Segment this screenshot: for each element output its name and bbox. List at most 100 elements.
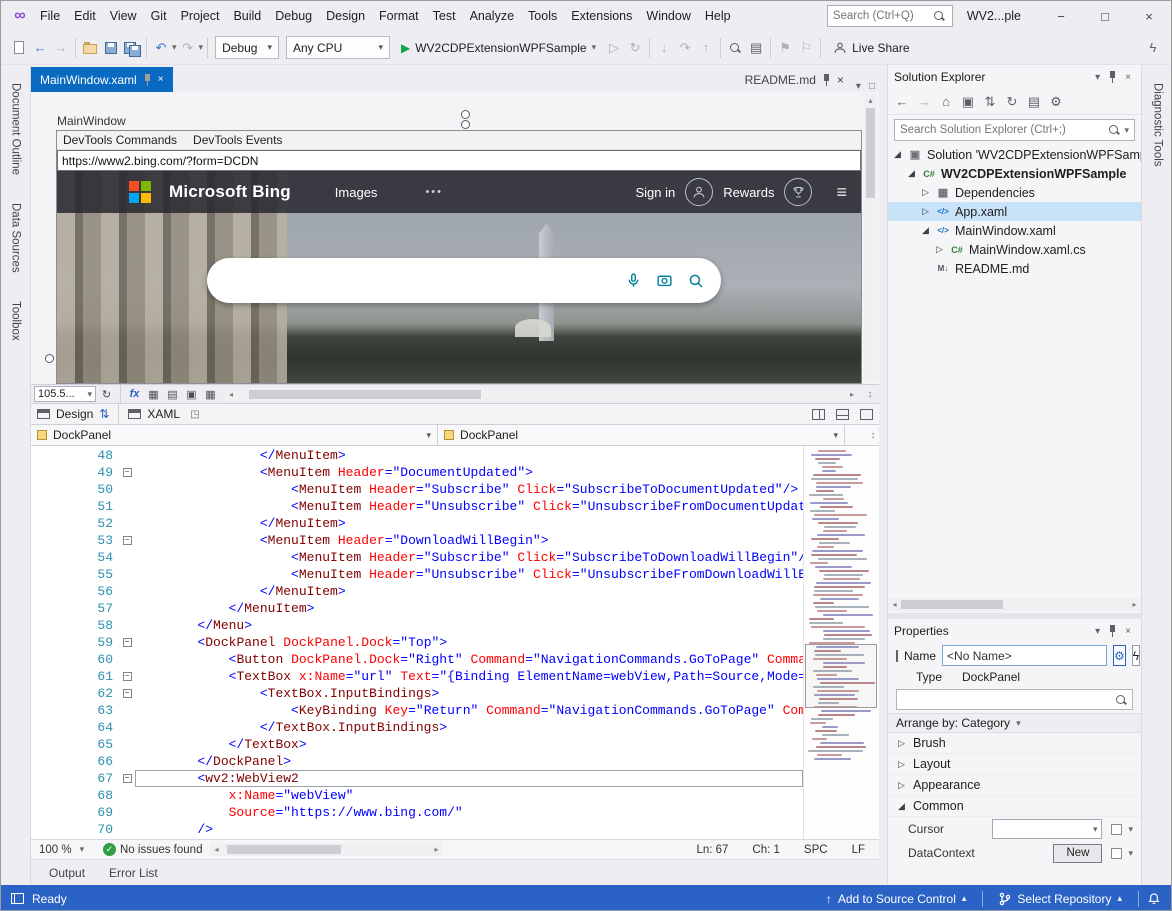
code-line-52[interactable]: 52 </MenuItem> bbox=[31, 515, 803, 532]
pin-icon[interactable] bbox=[822, 74, 831, 86]
solution-explorer-title-bar[interactable]: Solution Explorer ▾ × bbox=[888, 65, 1141, 89]
menu-view[interactable]: View bbox=[103, 6, 144, 26]
search-submit-icon[interactable] bbox=[687, 272, 705, 290]
side-tab-toolbox[interactable]: Toolbox bbox=[10, 291, 22, 351]
collapse-all-icon[interactable]: ▤ bbox=[1024, 92, 1044, 112]
property-section-common[interactable]: ◢Common bbox=[888, 796, 1141, 817]
hamburger-menu-icon[interactable]: ≡ bbox=[836, 182, 847, 203]
pin-icon[interactable] bbox=[1108, 71, 1117, 83]
code-line-70[interactable]: 70 /> bbox=[31, 821, 803, 838]
code-line-63[interactable]: 63 <KeyBinding Key="Return" Command="Nav… bbox=[31, 702, 803, 719]
find-in-files-icon[interactable] bbox=[725, 38, 745, 58]
popout-xaml-icon[interactable]: ◳ bbox=[186, 409, 203, 420]
fold-marker-icon[interactable]: − bbox=[119, 685, 135, 702]
start-without-debugging-icon[interactable]: ▷ bbox=[604, 38, 624, 58]
step-out-icon[interactable]: ↑ bbox=[696, 38, 716, 58]
solution-configurations-dropdown[interactable]: Debug ▾ bbox=[215, 36, 279, 59]
xaml-code-editor[interactable]: 48 </MenuItem>49− <MenuItem Header="Docu… bbox=[31, 446, 879, 839]
code-line-58[interactable]: 58 </Menu> bbox=[31, 617, 803, 634]
property-section-brush[interactable]: ▷Brush bbox=[888, 733, 1141, 754]
panel-options-icon[interactable]: ▾ bbox=[1091, 72, 1104, 83]
tree-item-mainwindow-xaml[interactable]: ◢</>MainWindow.xaml bbox=[888, 221, 1141, 240]
property-section-layout[interactable]: ▷Layout bbox=[888, 754, 1141, 775]
scrollbar-thumb[interactable] bbox=[866, 108, 875, 198]
issues-label[interactable]: No issues found bbox=[120, 844, 202, 856]
scrollbar-thumb[interactable] bbox=[901, 600, 1003, 609]
editor-horizontal-scrollbar[interactable]: ◂ ▸ bbox=[210, 843, 442, 856]
collapsed-arrow-icon[interactable]: ▷ bbox=[934, 244, 945, 255]
minimap-viewport[interactable] bbox=[805, 644, 877, 708]
menu-project[interactable]: Project bbox=[174, 6, 227, 26]
bing-search-box[interactable] bbox=[207, 258, 721, 303]
build-solution-icon[interactable]: ▤ bbox=[746, 38, 766, 58]
open-file-icon[interactable] bbox=[80, 38, 100, 58]
more-menu-icon[interactable]: ••• bbox=[425, 186, 443, 198]
scroll-right-icon[interactable]: ▸ bbox=[1128, 600, 1141, 609]
properties-wrench-icon[interactable]: ⚙ bbox=[1046, 92, 1066, 112]
tree-item-solution-wv2cdpextensionwpfsample[interactable]: ◢▣Solution 'WV2CDPExtensionWPFSample' bbox=[888, 145, 1141, 164]
code-line-62[interactable]: 62− <TextBox.InputBindings> bbox=[31, 685, 803, 702]
add-to-source-control-button[interactable]: ↑ Add to Source Control ▴ bbox=[818, 885, 975, 911]
expanded-arrow-icon[interactable]: ◢ bbox=[920, 225, 931, 236]
chevron-down-icon[interactable]: ▾ bbox=[1124, 125, 1129, 136]
selection-handle-top[interactable] bbox=[461, 110, 470, 119]
select-repository-button[interactable]: Select Repository ▴ bbox=[991, 885, 1130, 911]
code-line-60[interactable]: 60 <Button DockPanel.Dock="Right" Comman… bbox=[31, 651, 803, 668]
menu-analyze[interactable]: Analyze bbox=[463, 6, 521, 26]
maximize-button[interactable]: □ bbox=[1083, 1, 1127, 31]
feedback-icon[interactable]: ϟ bbox=[1143, 38, 1163, 58]
breadcrumb-left-dropdown[interactable]: DockPanel ▾ bbox=[31, 425, 438, 445]
visual-search-camera-icon[interactable] bbox=[656, 272, 673, 289]
fold-marker-icon[interactable]: − bbox=[119, 770, 135, 787]
navigate-backward-icon[interactable]: ← bbox=[30, 38, 50, 58]
code-line-56[interactable]: 56 </MenuItem> bbox=[31, 583, 803, 600]
refresh-designer-icon[interactable]: ↻ bbox=[98, 386, 115, 402]
scroll-left-icon[interactable]: ◂ bbox=[210, 845, 222, 854]
quick-search-input[interactable] bbox=[833, 10, 933, 22]
active-files-dropdown-icon[interactable]: ▾ bbox=[852, 81, 865, 92]
expanded-arrow-icon[interactable]: ◢ bbox=[906, 168, 917, 179]
code-line-64[interactable]: 64 </TextBox.InputBindings> bbox=[31, 719, 803, 736]
tree-item-app-xaml[interactable]: ▷</>App.xaml bbox=[888, 202, 1141, 221]
scroll-left-icon[interactable]: ◂ bbox=[888, 600, 901, 609]
wrench-icon[interactable]: ⚙ bbox=[1113, 645, 1126, 666]
refresh-icon[interactable]: ↻ bbox=[1002, 92, 1022, 112]
menu-format[interactable]: Format bbox=[372, 6, 426, 26]
bing-images-link[interactable]: Images bbox=[335, 185, 378, 200]
save-icon[interactable] bbox=[101, 38, 121, 58]
background-tasks-icon[interactable] bbox=[11, 893, 24, 904]
snap-to-snaplines-icon[interactable]: ▦ bbox=[202, 386, 219, 402]
menu-window[interactable]: Window bbox=[639, 6, 697, 26]
name-input[interactable] bbox=[942, 645, 1107, 666]
tree-item-wv2cdpextensionwpfsample[interactable]: ◢C#WV2CDPExtensionWPFSample bbox=[888, 164, 1141, 183]
property-marker[interactable] bbox=[1111, 824, 1122, 835]
show-grid-icon[interactable]: ▦ bbox=[145, 386, 162, 402]
menu-test[interactable]: Test bbox=[426, 6, 463, 26]
properties-search-box[interactable] bbox=[896, 689, 1133, 710]
menu-git[interactable]: Git bbox=[144, 6, 174, 26]
panel-options-icon[interactable]: ▾ bbox=[1091, 626, 1104, 637]
xaml-tab[interactable]: XAML bbox=[147, 407, 180, 421]
sync-with-active-document-icon[interactable]: ⇅ bbox=[980, 92, 1000, 112]
step-over-icon[interactable]: ↷ bbox=[675, 38, 695, 58]
designer-zoom-adorner[interactable] bbox=[45, 354, 54, 363]
se-forward-icon[interactable]: → bbox=[914, 92, 934, 112]
scrollbar-thumb[interactable] bbox=[227, 845, 341, 854]
tree-item-readme-md[interactable]: M↓README.md bbox=[888, 259, 1141, 278]
snaplines-icon[interactable]: ▣ bbox=[183, 386, 200, 402]
arrange-by-bar[interactable]: Arrange by: Category ▾ bbox=[888, 713, 1141, 733]
step-into-icon[interactable]: ↓ bbox=[654, 38, 674, 58]
menu-help[interactable]: Help bbox=[698, 6, 738, 26]
code-line-48[interactable]: 48 </MenuItem> bbox=[31, 447, 803, 464]
close-panel-icon[interactable]: × bbox=[1121, 626, 1135, 637]
code-line-53[interactable]: 53− <MenuItem Header="DownloadWillBegin"… bbox=[31, 532, 803, 549]
scrollbar-thumb[interactable] bbox=[249, 390, 480, 399]
close-panel-icon[interactable]: × bbox=[1121, 72, 1135, 83]
pin-icon[interactable] bbox=[1108, 625, 1117, 637]
properties-title-bar[interactable]: Properties ▾ × bbox=[888, 619, 1141, 643]
tree-item-mainwindow-xaml-cs[interactable]: ▷C#MainWindow.xaml.cs bbox=[888, 240, 1141, 259]
redo-dropdown-icon[interactable]: ▾ bbox=[199, 42, 204, 53]
quick-search-box[interactable] bbox=[827, 5, 953, 27]
code-line-69[interactable]: 69 Source="https://www.bing.com/" bbox=[31, 804, 803, 821]
solution-platforms-dropdown[interactable]: Any CPU ▾ bbox=[286, 36, 390, 59]
